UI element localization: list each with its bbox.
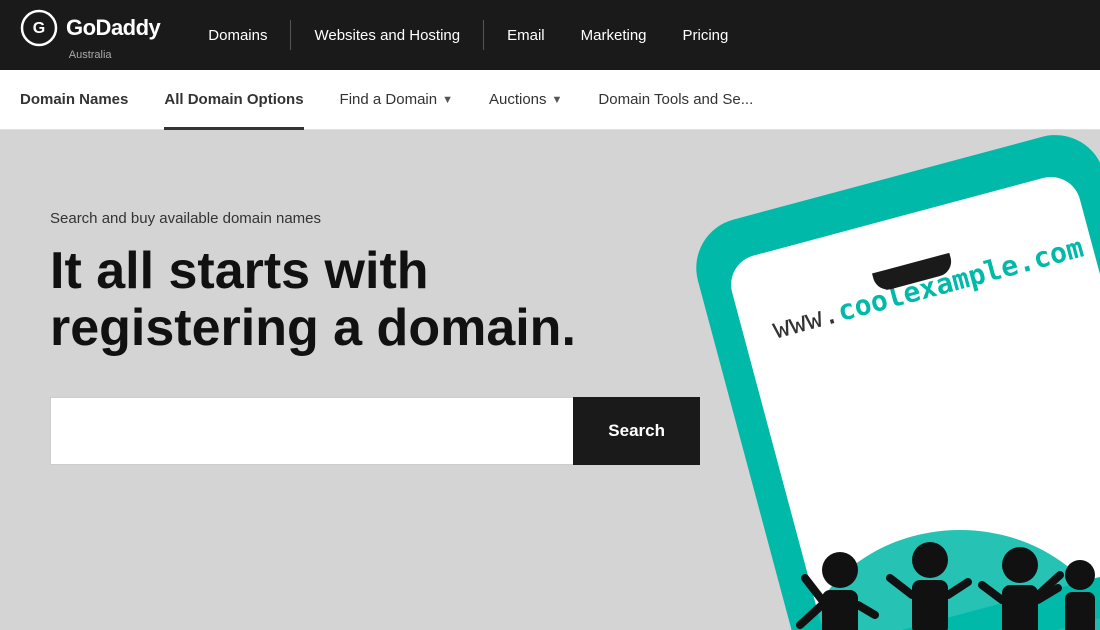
logo-area[interactable]: G GoDaddy Australia	[20, 9, 160, 61]
subnav-auctions[interactable]: Auctions ▼	[471, 70, 580, 130]
subnav-domain-tools[interactable]: Domain Tools and Se...	[580, 70, 771, 130]
chevron-down-icon-2: ▼	[552, 94, 563, 106]
nav-link-domains[interactable]: Domains	[190, 0, 285, 70]
search-button[interactable]: Search	[573, 397, 700, 465]
svg-text:G: G	[33, 20, 45, 37]
subnav-domain-tools-label: Domain Tools and Se...	[598, 91, 753, 108]
subnav-find-a-domain-label: Find a Domain	[340, 91, 438, 108]
subnav-auctions-label: Auctions	[489, 91, 547, 108]
nav-divider-2	[483, 20, 484, 50]
logo-text: GoDaddy	[66, 15, 160, 41]
hero-subtitle: Search and buy available domain names	[50, 210, 700, 227]
godaddy-logo-icon: G	[20, 9, 58, 47]
hero-title: It all starts with registering a domain.	[50, 243, 650, 357]
people-illustration	[760, 470, 1100, 630]
phone-illustration: www.coolexample.com	[660, 170, 1100, 630]
nav-link-marketing[interactable]: Marketing	[563, 0, 665, 70]
logo-subtitle: Australia	[69, 49, 112, 61]
phone-url: www.coolexample.com	[769, 231, 1087, 346]
domain-search-input[interactable]	[50, 397, 573, 465]
top-navigation: G GoDaddy Australia Domains Websites and…	[0, 0, 1100, 70]
nav-link-email[interactable]: Email	[489, 0, 563, 70]
subnav-all-domain-options-label: All Domain Options	[164, 91, 303, 108]
phone-url-teal: coolexample.com	[834, 231, 1087, 328]
top-nav-links: Domains Websites and Hosting Email Marke…	[190, 0, 1080, 70]
subnav-domain-names[interactable]: Domain Names	[20, 70, 146, 130]
hero-section: Search and buy available domain names It…	[0, 130, 1100, 630]
subnav-all-domain-options[interactable]: All Domain Options	[146, 70, 321, 130]
logo-icon: G GoDaddy	[20, 9, 160, 47]
domain-search-bar: Search	[50, 397, 700, 465]
nav-link-pricing[interactable]: Pricing	[665, 0, 747, 70]
subnav-find-a-domain[interactable]: Find a Domain ▼	[322, 70, 471, 130]
nav-divider-1	[290, 20, 291, 50]
subnav-domain-names-label: Domain Names	[20, 91, 128, 108]
hero-content: Search and buy available domain names It…	[50, 210, 700, 465]
sub-navigation: Domain Names All Domain Options Find a D…	[0, 70, 1100, 130]
chevron-down-icon: ▼	[442, 94, 453, 106]
nav-link-websites-hosting[interactable]: Websites and Hosting	[296, 0, 478, 70]
